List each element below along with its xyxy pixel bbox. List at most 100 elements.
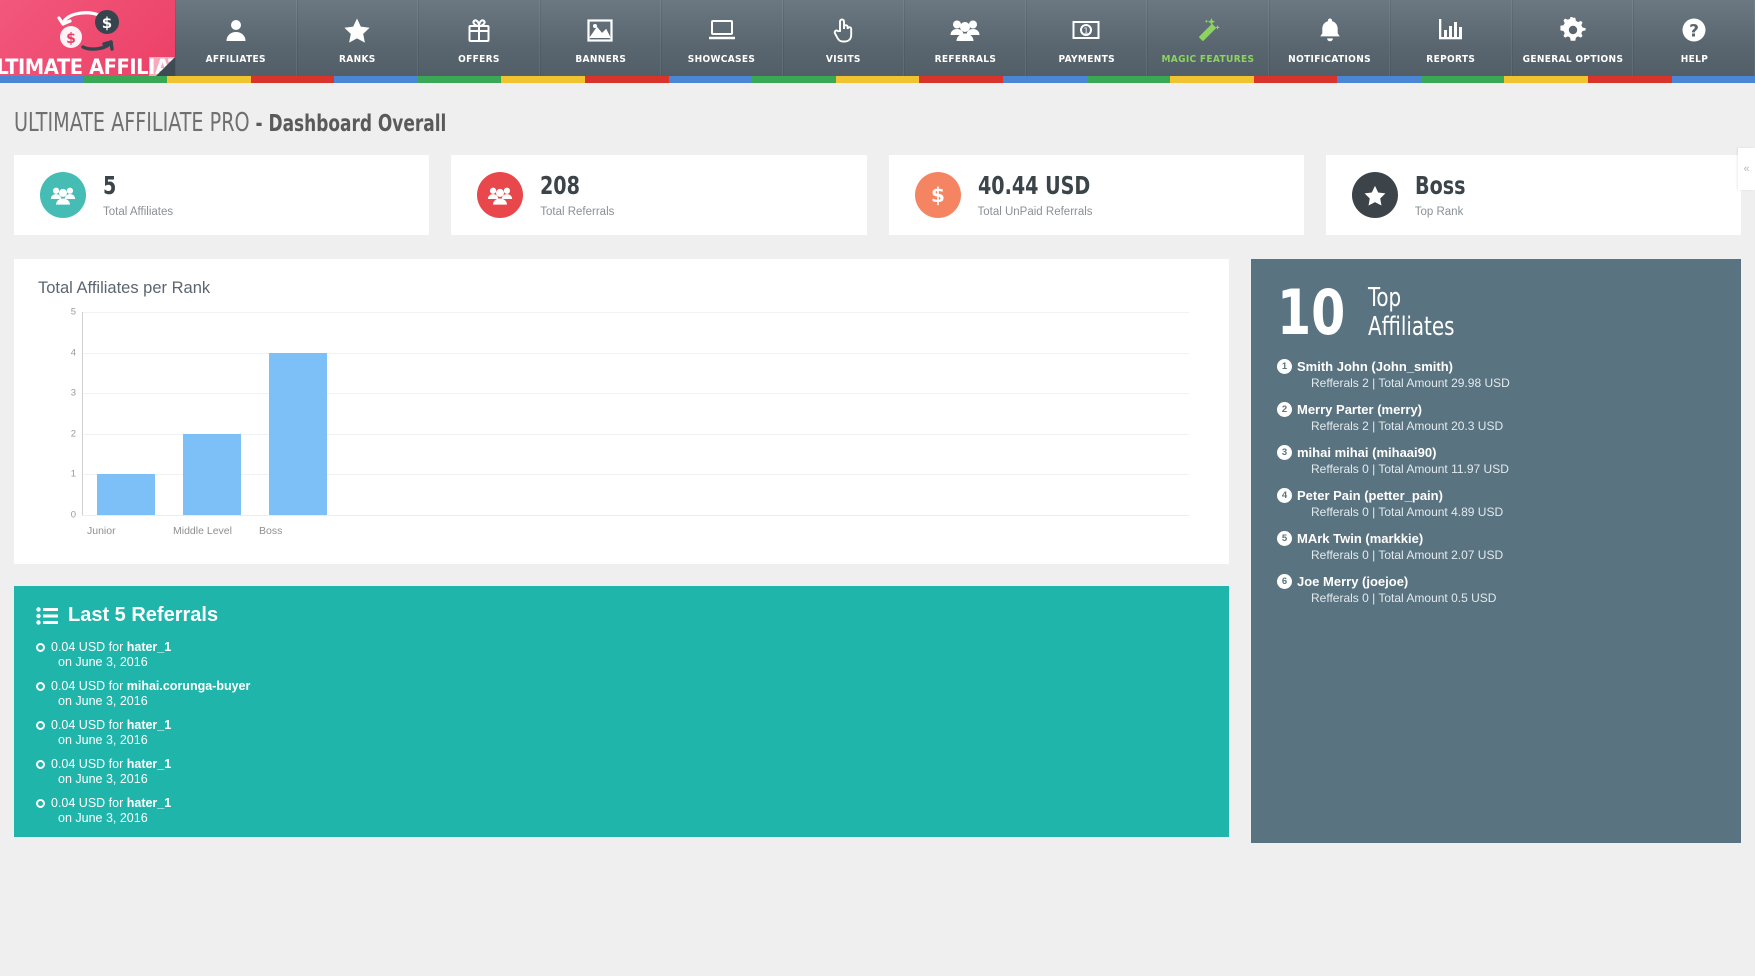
bar-chart-icon <box>1438 15 1464 45</box>
stripe-segment <box>1337 76 1421 83</box>
nav-item-general-options[interactable]: GENERAL OPTIONS <box>1512 0 1634 76</box>
referral-amount: 0.04 USD for <box>51 679 127 693</box>
top-affiliate-detail: Refferals 2 | Total Amount 29.98 USD <box>1311 376 1715 390</box>
top-affiliate-name: Smith John (John_smith) <box>1297 359 1453 374</box>
referral-user: mihai.corunga-buyer <box>127 679 251 693</box>
chart-y-tick-label: 1 <box>54 469 76 480</box>
chart-x-tick-label: Boss <box>259 525 282 537</box>
stripe-segment <box>418 76 502 83</box>
referral-date: on June 3, 2016 <box>58 811 171 826</box>
bar-chart-plot: 543210JuniorMiddle LevelBoss <box>38 312 1205 537</box>
laptop-icon <box>708 15 736 45</box>
stripe-segment <box>836 76 920 83</box>
top-affiliate-name-row: 2Merry Parter (merry) <box>1277 402 1715 417</box>
rank-badge: 2 <box>1277 402 1292 417</box>
top-affiliate-name: Joe Merry (joejoe) <box>1297 574 1408 589</box>
top-affiliate-item[interactable]: 5MArk Twin (markkie)Refferals 0 | Total … <box>1277 531 1715 562</box>
chart-bar[interactable] <box>97 474 155 515</box>
top-affiliate-item[interactable]: 2Merry Parter (merry)Refferals 2 | Total… <box>1277 402 1715 433</box>
page-title-sub: Dashboard Overall <box>268 111 446 137</box>
stat-card-value: 40.44 USD <box>978 173 1090 199</box>
nav-item-help[interactable]: ? HELP <box>1633 0 1755 76</box>
top-affiliate-item[interactable]: 1Smith John (John_smith) Refferals 2 | To… <box>1277 359 1715 390</box>
stripe-segment <box>334 76 418 83</box>
referral-user: hater_1 <box>127 718 171 732</box>
nav-item-label: NOTIFICATIONS <box>1288 54 1371 65</box>
chart-baseline <box>82 515 1189 516</box>
referral-list-item[interactable]: 0.04 USD for mihai.corunga-buyeron June … <box>36 679 1207 708</box>
nav-item-label: REFERRALS <box>934 54 996 65</box>
nav-item-banners[interactable]: BANNERS <box>540 0 662 76</box>
referral-list-item[interactable]: 0.04 USD for hater_1on June 3, 2016 <box>36 796 1207 825</box>
stat-card-label: Total UnPaid Referrals <box>978 206 1110 218</box>
top-affiliate-name-row: 1Smith John (John_smith) <box>1277 359 1715 374</box>
chart-y-tick-label: 5 <box>54 307 76 318</box>
nav-item-reports[interactable]: REPORTS <box>1390 0 1512 76</box>
svg-text:$: $ <box>931 183 945 207</box>
page-title: ULTIMATE AFFILIATE PRO - Dashboard Overa… <box>14 108 1442 138</box>
circle-bullet-icon <box>36 799 45 808</box>
chart-y-tick-label: 3 <box>54 388 76 399</box>
nav-item-showcases[interactable]: SHOWCASES <box>661 0 783 76</box>
circle-bullet-icon <box>36 643 45 652</box>
nav-item-label: RANKS <box>339 54 376 65</box>
referral-list-item[interactable]: 0.04 USD for hater_1on June 3, 2016 <box>36 718 1207 747</box>
star-icon <box>1352 172 1398 218</box>
chart-bar[interactable] <box>269 353 327 515</box>
top-navigation-bar: $ $ ULTIMATE AFFILIATE AFFILIATES <box>0 0 1755 83</box>
stat-card-value: Boss <box>1415 173 1465 199</box>
top-affiliates-count: 10 <box>1277 283 1345 343</box>
svg-text:?: ? <box>1689 22 1699 42</box>
chart-x-tick-label: Junior <box>87 525 116 537</box>
nav-item-notifications[interactable]: NOTIFICATIONS <box>1269 0 1391 76</box>
top-affiliates-panel: 10 Top Affiliates 1Smith John (John_smit… <box>1251 259 1741 843</box>
stripe-segment <box>1588 76 1672 83</box>
nav-item-ranks[interactable]: RANKS <box>297 0 419 76</box>
stripe-segment <box>1254 76 1338 83</box>
nav-item-offers[interactable]: OFFERS <box>418 0 540 76</box>
dollar-coins-exchange-icon: $ $ <box>45 6 131 54</box>
stripe-segment <box>919 76 1003 83</box>
last-referrals-header: Last 5 Referrals <box>36 604 1207 627</box>
top-affiliate-detail: Refferals 0 | Total Amount 4.89 USD <box>1311 505 1715 519</box>
nav-item-label: SHOWCASES <box>688 54 755 65</box>
page-title-main: ULTIMATE AFFILIATE PRO <box>14 108 250 138</box>
top-affiliate-item[interactable]: 6Joe Merry (joejoe)Refferals 0 | Total A… <box>1277 574 1715 605</box>
last-referrals-list: 0.04 USD for hater_1on June 3, 20160.04 … <box>36 640 1207 825</box>
nav-item-visits[interactable]: VISITS <box>783 0 905 76</box>
top-affiliate-name: MArk Twin (markkie) <box>1297 531 1423 546</box>
nav-item-payments[interactable]: 1 PAYMENTS <box>1026 0 1148 76</box>
referral-text: 0.04 USD for hater_1on June 3, 2016 <box>51 757 171 786</box>
sidebar-collapse-toggle[interactable]: « <box>1738 148 1755 190</box>
top-affiliate-item[interactable]: 3mihai mihai (mihaai90)Refferals 0 | Tot… <box>1277 445 1715 476</box>
referral-amount: 0.04 USD for <box>51 640 127 654</box>
nav-item-label: AFFILIATES <box>206 54 266 65</box>
stat-card-top-rank[interactable]: Boss Top Rank <box>1326 155 1741 235</box>
chart-bar[interactable] <box>183 434 241 515</box>
referral-list-item[interactable]: 0.04 USD for hater_1on June 3, 2016 <box>36 640 1207 669</box>
nav-item-referrals[interactable]: REFERRALS <box>904 0 1026 76</box>
nav-item-affiliates[interactable]: AFFILIATES <box>175 0 297 76</box>
referral-text: 0.04 USD for hater_1on June 3, 2016 <box>51 796 171 825</box>
referral-amount: 0.04 USD for <box>51 757 127 771</box>
stripe-segment <box>1170 76 1254 83</box>
nav-item-magic-features[interactable]: MAGIC FEATURES <box>1147 0 1269 76</box>
stat-card-total-unpaid-referrals[interactable]: $ 40.44 USD Total UnPaid Referrals <box>889 155 1304 235</box>
stripe-segment <box>0 76 84 83</box>
circle-bullet-icon <box>36 760 45 769</box>
brand-logo[interactable]: $ $ ULTIMATE AFFILIATE <box>0 0 175 83</box>
top-affiliate-item[interactable]: 4Peter Pain (petter_pain)Refferals 0 | T… <box>1277 488 1715 519</box>
top-affiliate-detail: Refferals 0 | Total Amount 2.07 USD <box>1311 548 1715 562</box>
referral-list-item[interactable]: 0.04 USD for hater_1on June 3, 2016 <box>36 757 1207 786</box>
stat-card-total-referrals[interactable]: 208 Total Referrals <box>451 155 866 235</box>
stripe-segment <box>585 76 669 83</box>
top-affiliates-heading-line2: Affiliates <box>1368 313 1454 342</box>
stat-card-total-affiliates[interactable]: 5 Total Affiliates <box>14 155 429 235</box>
chart-y-tick-label: 4 <box>54 347 76 358</box>
nav-color-stripe <box>0 76 1755 83</box>
dashboard-main-row: Total Affiliates per Rank 543210JuniorMi… <box>14 259 1741 843</box>
last-referrals-title: Last 5 Referrals <box>68 604 218 627</box>
stat-card-label: Total Affiliates <box>103 206 173 218</box>
stat-card-label: Total Referrals <box>540 206 614 218</box>
stripe-segment <box>752 76 836 83</box>
